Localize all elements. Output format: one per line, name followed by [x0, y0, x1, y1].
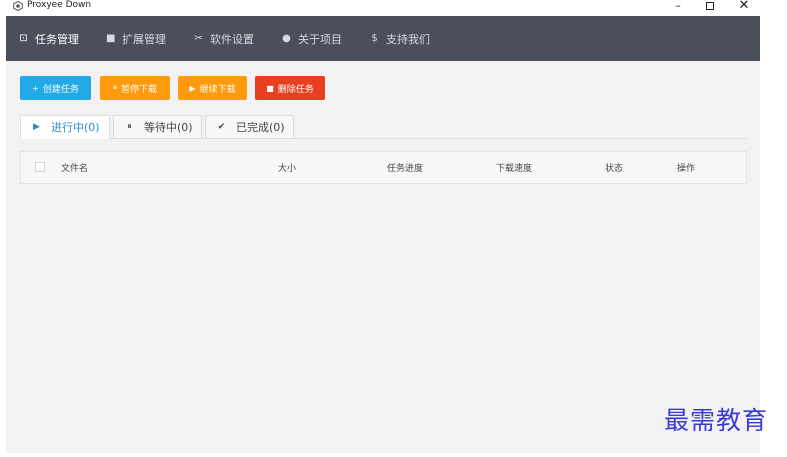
column-header-status: 状态	[605, 164, 624, 174]
pause-download-button[interactable]: ⏸ 暂停下载	[100, 76, 170, 100]
nav-item-label: 关于项目	[298, 32, 342, 46]
column-header-speed: 下载速度	[496, 164, 533, 174]
delete-task-button[interactable]: ■ 删除任务	[255, 76, 325, 100]
nav-item-about-project[interactable]: ● 关于项目	[282, 16, 342, 61]
check-icon: ✔	[217, 122, 226, 132]
column-header-size: 大小	[278, 164, 297, 174]
minimize-button[interactable]: –	[668, 0, 688, 12]
nav-item-extension-management[interactable]: ■ 扩展管理	[106, 16, 166, 61]
main-content: + 创建任务 ⏸ 暂停下载 ▶ 继续下载 ■ 删除任务 ▶ 进行中(0) ⏸ 等…	[6, 61, 760, 453]
tab-running[interactable]: ▶ 进行中(0)	[20, 115, 110, 139]
resume-download-label: 继续下载	[199, 84, 236, 95]
title-bar: Proxyee Down – ✕	[0, 0, 787, 14]
pause-download-label: 暂停下载	[120, 84, 157, 95]
tab-label: 等待中(0)	[144, 121, 193, 134]
nav-item-support-us[interactable]: $ 支持我们	[370, 16, 430, 61]
tab-waiting[interactable]: ⏸ 等待中(0)	[113, 115, 202, 139]
nav-item-software-settings[interactable]: ✂ 软件设置	[194, 16, 254, 61]
nav-item-label: 支持我们	[386, 32, 430, 46]
window-title: Proxyee Down	[27, 0, 92, 10]
nav-item-task-management[interactable]: ⊡ 任务管理	[19, 16, 79, 61]
column-header-filename: 文件名	[61, 164, 89, 174]
play-icon: ▶	[33, 122, 40, 132]
task-icon: ⊡	[19, 33, 28, 44]
app-logo-icon	[13, 1, 23, 11]
create-task-label: 创建任务	[42, 84, 79, 95]
maximize-icon	[706, 2, 714, 10]
task-table-header: 文件名 大小 任务进度 下载速度 状态 操作	[20, 151, 747, 184]
watermark-text: 最需教育	[664, 406, 769, 435]
tab-label: 已完成(0)	[236, 121, 285, 134]
close-button[interactable]: ✕	[734, 0, 754, 12]
nav-item-label: 软件设置	[210, 32, 254, 46]
resume-download-button[interactable]: ▶ 继续下载	[178, 76, 247, 100]
column-header-progress: 任务进度	[387, 164, 424, 174]
pause-icon: ⏸	[112, 83, 117, 92]
extension-icon: ■	[106, 33, 116, 44]
pause-icon: ⏸	[127, 122, 132, 132]
nav-item-label: 任务管理	[35, 32, 79, 46]
info-icon: ●	[282, 33, 291, 44]
trash-icon: ■	[266, 83, 274, 93]
select-all-checkbox[interactable]	[35, 162, 45, 172]
tools-icon: ✂	[194, 33, 203, 44]
dollar-icon: $	[371, 33, 378, 44]
top-navbar: ⊡ 任务管理 ■ 扩展管理 ✂ 软件设置 ● 关于项目 $ 支持我们	[6, 16, 760, 61]
nav-item-label: 扩展管理	[122, 32, 166, 46]
tab-completed[interactable]: ✔ 已完成(0)	[205, 115, 294, 139]
create-task-button[interactable]: + 创建任务	[20, 76, 91, 100]
delete-task-label: 删除任务	[277, 84, 314, 95]
tab-label: 进行中(0)	[51, 121, 100, 134]
play-icon: ▶	[189, 83, 196, 93]
maximize-button[interactable]	[700, 0, 720, 12]
plus-icon: +	[32, 83, 39, 93]
column-header-actions: 操作	[677, 164, 696, 174]
